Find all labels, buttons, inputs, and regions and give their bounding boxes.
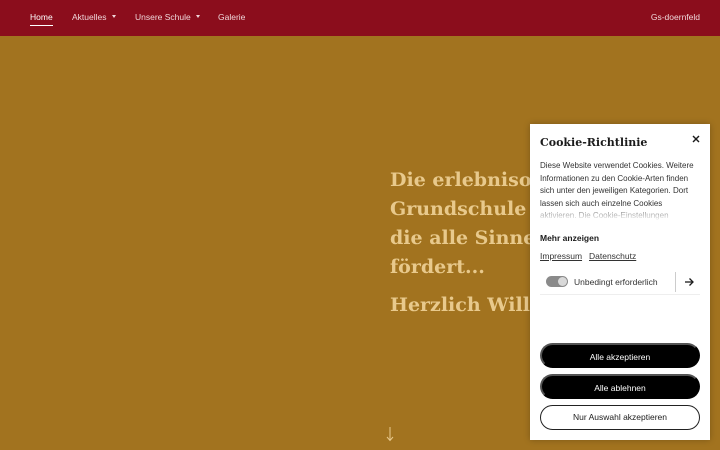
cookie-description-container: Diese Website verwendet Cookies. Weitere… (540, 160, 700, 220)
category-toggle[interactable] (546, 276, 568, 287)
show-more-link[interactable]: Mehr anzeigen (540, 233, 599, 243)
accept-all-button[interactable]: Alle akzeptieren (540, 343, 700, 368)
impressum-link[interactable]: Impressum (540, 251, 582, 261)
chevron-down-icon (195, 15, 200, 19)
nav-item-home[interactable]: Home (30, 12, 53, 26)
arrow-right-icon[interactable] (683, 276, 695, 288)
cookie-title: Cookie-Richtlinie (540, 136, 648, 149)
reject-all-button[interactable]: Alle ablehnen (540, 374, 700, 399)
category-label: Unbedingt erforderlich (574, 277, 658, 287)
category-divider (675, 272, 676, 292)
top-navbar: Home Aktuelles Unsere Schule Galerie Gs-… (0, 0, 720, 36)
cookie-category-row: Unbedingt erforderlich (540, 269, 700, 295)
nav-item-aktuelles[interactable]: Aktuelles (72, 12, 116, 23)
nav-item-label: Galerie (218, 12, 246, 22)
arrow-down-icon[interactable] (385, 426, 395, 442)
cookie-panel: Cookie-Richtlinie Diese Website verwende… (530, 124, 710, 440)
toggle-knob (558, 277, 567, 286)
accept-selection-button[interactable]: Nur Auswahl akzeptieren (540, 405, 700, 430)
datenschutz-link[interactable]: Datenschutz (589, 251, 636, 261)
chevron-down-icon (111, 15, 116, 19)
nav-item-label: Unsere Schule (135, 12, 191, 22)
nav-item-unsere-schule[interactable]: Unsere Schule (135, 12, 200, 23)
nav-item-label: Aktuelles (72, 12, 107, 22)
site-name-link[interactable]: Gs-doernfeld (651, 12, 700, 23)
description-fade (540, 206, 700, 220)
nav-item-label: Home (30, 12, 53, 22)
nav-item-galerie[interactable]: Galerie (218, 12, 245, 23)
close-icon[interactable] (690, 133, 702, 145)
